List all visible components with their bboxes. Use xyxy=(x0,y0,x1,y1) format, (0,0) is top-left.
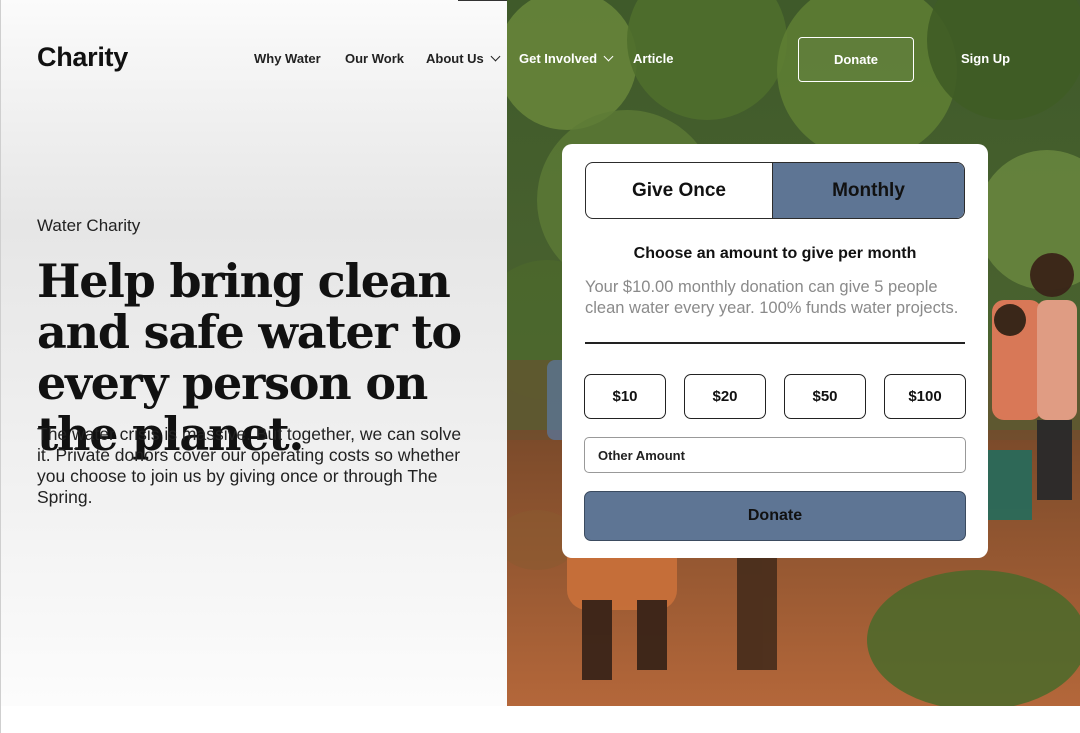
other-amount-input[interactable]: Other Amount xyxy=(584,437,966,473)
nav-donate-button[interactable]: Donate xyxy=(798,37,914,82)
hero-body: The water crisis is massive. But togethe… xyxy=(37,424,462,507)
amount-button-100[interactable]: $100 xyxy=(884,374,966,419)
amount-button-50[interactable]: $50 xyxy=(784,374,866,419)
chevron-down-icon xyxy=(603,51,614,62)
nav-our-work[interactable]: Our Work xyxy=(345,51,404,66)
amount-button-10[interactable]: $10 xyxy=(584,374,666,419)
hero-eyebrow: Water Charity xyxy=(37,216,141,235)
donation-heading: Choose an amount to give per month xyxy=(633,245,917,262)
nav-get-involved[interactable]: Get Involved xyxy=(519,51,614,66)
nav-label: Article xyxy=(633,51,674,66)
chevron-down-icon xyxy=(490,51,501,62)
nav-label: About Us xyxy=(426,51,484,66)
logo[interactable]: Charity xyxy=(37,42,128,73)
frame-border xyxy=(0,0,1,733)
divider xyxy=(585,342,965,344)
top-accent-line xyxy=(458,0,507,1)
donation-card: Give Once Monthly Choose an amount to gi… xyxy=(562,144,988,558)
nav-about-us[interactable]: About Us xyxy=(426,51,501,66)
nav-article[interactable]: Article xyxy=(633,51,673,66)
donation-description: Your $10.00 monthly donation can give 5 … xyxy=(585,278,959,317)
nav-label: Get Involved xyxy=(519,51,598,66)
donate-submit-button[interactable]: Donate xyxy=(584,491,966,541)
frequency-toggle: Give Once Monthly xyxy=(585,162,965,219)
nav-label: Why Water xyxy=(254,51,321,66)
nav-why-water[interactable]: Why Water xyxy=(254,51,321,66)
tab-monthly[interactable]: Monthly xyxy=(773,163,964,218)
nav-signup-link[interactable]: Sign Up xyxy=(961,51,1010,66)
nav-label: Our Work xyxy=(345,51,404,66)
page-bottom xyxy=(0,706,1080,733)
tab-give-once[interactable]: Give Once xyxy=(586,163,773,218)
amount-button-20[interactable]: $20 xyxy=(684,374,766,419)
